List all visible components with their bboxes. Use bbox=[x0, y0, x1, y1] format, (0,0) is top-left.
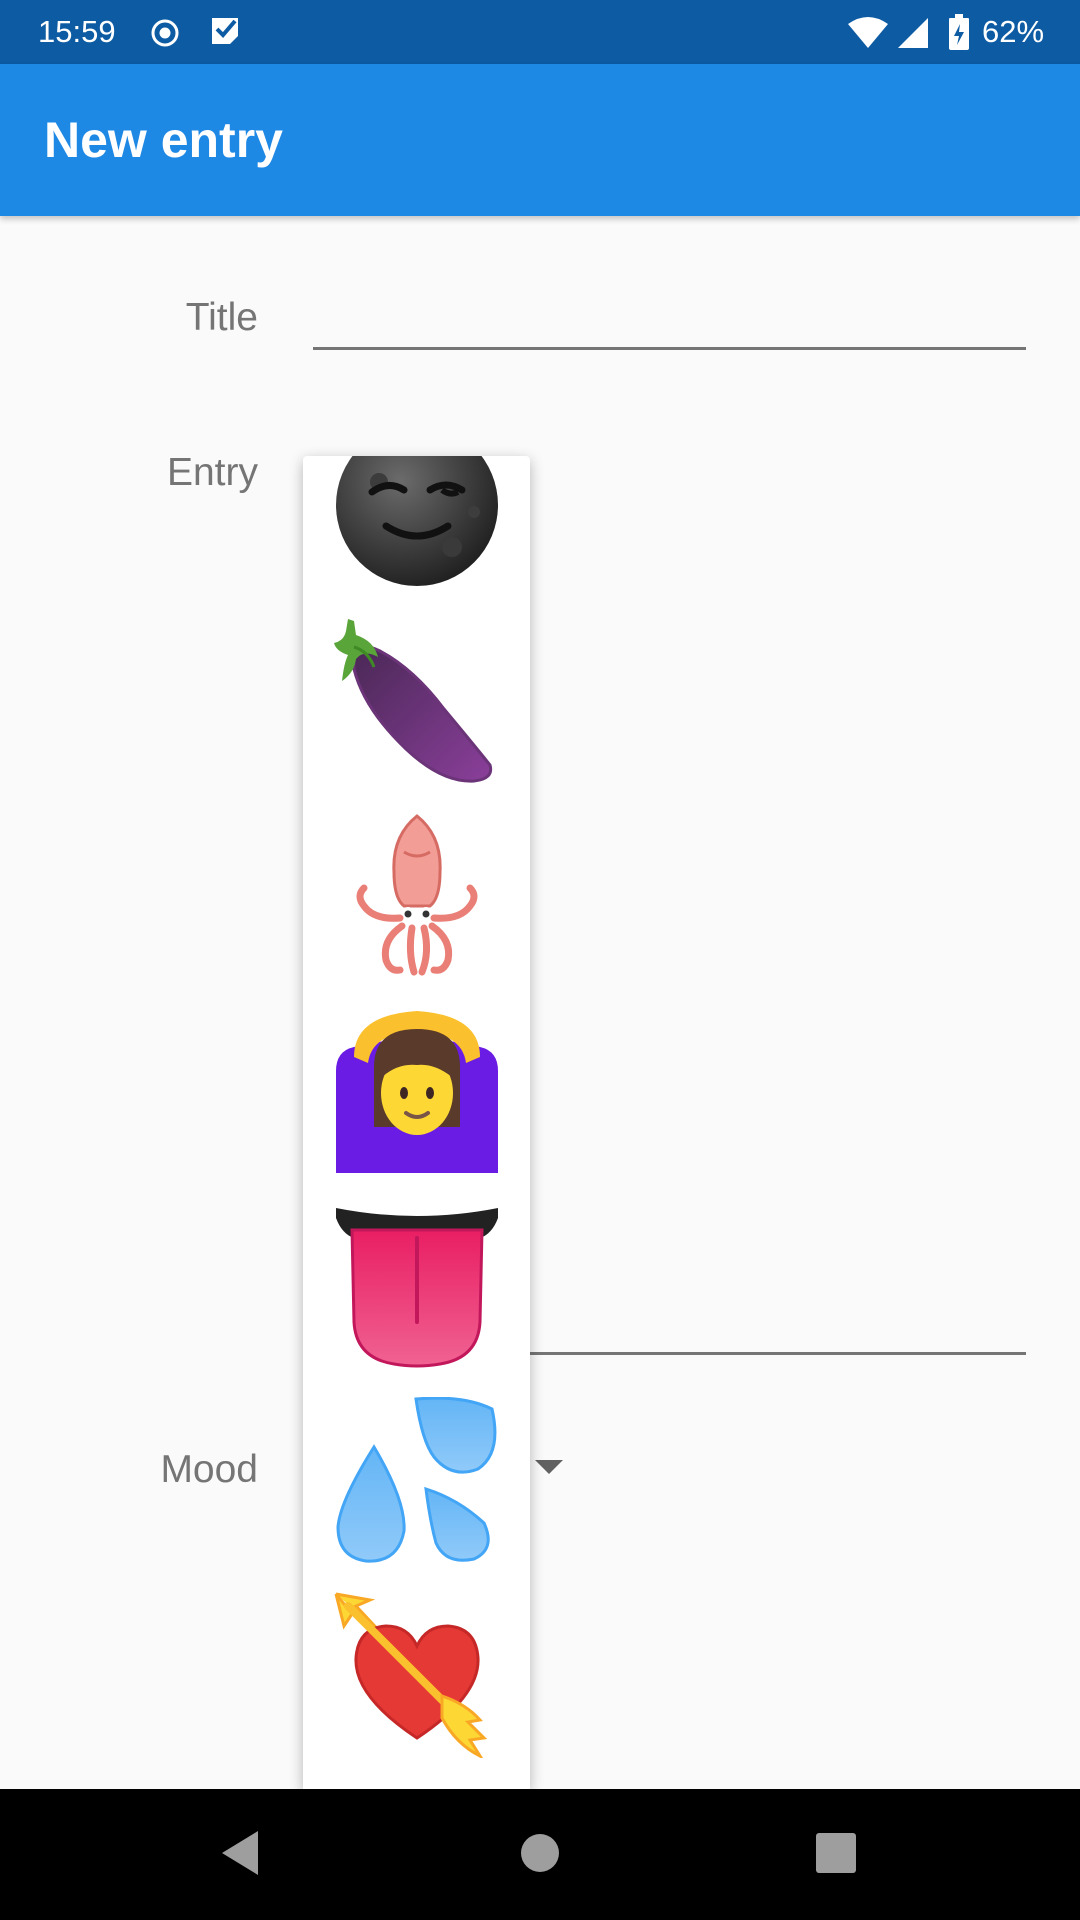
back-icon bbox=[218, 1829, 262, 1882]
mood-option[interactable] bbox=[303, 602, 530, 798]
title-input[interactable] bbox=[313, 291, 1030, 349]
mood-option[interactable] bbox=[303, 992, 530, 1188]
mood-dropdown-list[interactable] bbox=[303, 456, 530, 1789]
sweat-droplets-icon bbox=[334, 1397, 500, 1563]
eggplant-icon bbox=[333, 617, 500, 783]
navigation-bar bbox=[0, 1789, 1080, 1920]
heart-with-arrow-icon bbox=[334, 1592, 500, 1758]
nav-back-button[interactable] bbox=[190, 1805, 290, 1905]
squid-icon bbox=[334, 812, 500, 978]
page-title: New entry bbox=[44, 112, 283, 168]
status-time: 15:59 bbox=[38, 14, 116, 49]
new-moon-face-icon bbox=[334, 456, 500, 588]
tongue-icon bbox=[334, 1202, 500, 1368]
battery-charging-icon bbox=[948, 14, 970, 55]
mood-option[interactable] bbox=[303, 456, 530, 603]
battery-percentage: 62% bbox=[982, 14, 1045, 49]
title-label: Title bbox=[185, 296, 258, 339]
record-icon bbox=[150, 18, 180, 53]
home-icon bbox=[520, 1833, 560, 1878]
entry-underline bbox=[530, 1352, 1026, 1355]
app-bar: New entry bbox=[0, 64, 1080, 216]
nav-home-button[interactable] bbox=[490, 1805, 590, 1905]
entry-label: Entry bbox=[166, 451, 258, 494]
woman-gesturing-ok-icon bbox=[334, 1007, 500, 1173]
entry-form: Title Entry Mood bbox=[0, 216, 1080, 1789]
mood-label: Mood bbox=[160, 1448, 258, 1491]
mood-option[interactable] bbox=[303, 1382, 530, 1578]
mood-option[interactable] bbox=[303, 797, 530, 993]
wifi-icon bbox=[846, 16, 890, 55]
title-underline bbox=[313, 347, 1026, 350]
checkmark-app-icon bbox=[208, 14, 242, 53]
recents-icon bbox=[816, 1832, 856, 1878]
mood-option[interactable] bbox=[303, 1577, 530, 1773]
nav-recents-button[interactable] bbox=[786, 1805, 886, 1905]
dropdown-arrow-icon bbox=[535, 1460, 563, 1479]
status-bar: 15:59 62% bbox=[0, 0, 1080, 64]
cell-signal-icon bbox=[896, 16, 930, 55]
mood-option[interactable] bbox=[303, 1187, 530, 1383]
